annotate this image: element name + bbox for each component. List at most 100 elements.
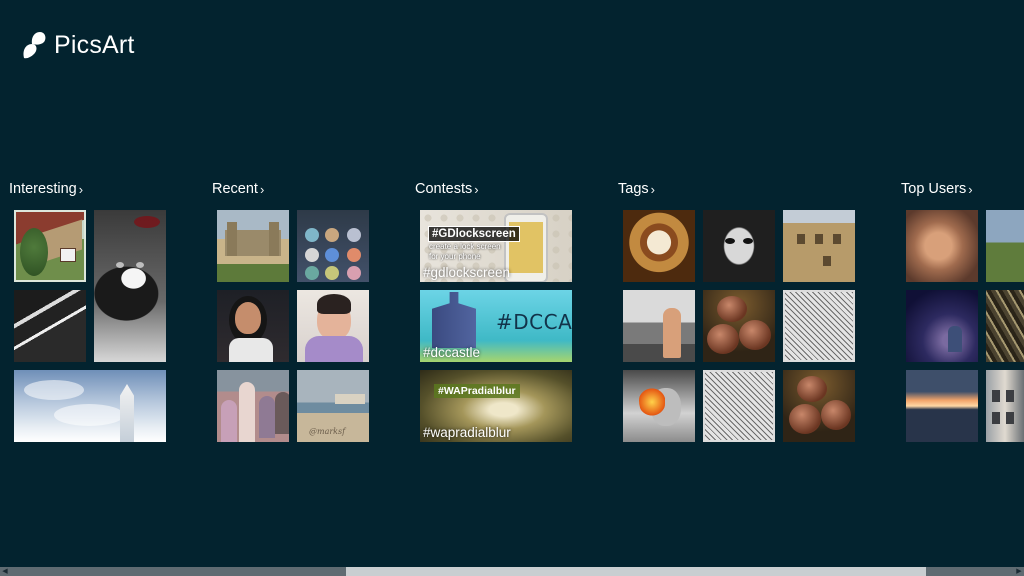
photo-detail [269,222,279,256]
recent-photo-beach[interactable]: @marksf [297,370,369,442]
tag-photo-boy[interactable] [623,290,695,362]
photo-detail [1006,390,1014,402]
section-label: Tags [618,181,649,197]
interesting-photo-sky[interactable] [14,370,166,442]
photo-detail [24,380,84,400]
top-user-photo-night[interactable] [906,290,978,362]
chevron-right-icon: › [78,181,84,197]
photo-detail [823,256,831,266]
photo-detail [120,384,134,442]
app-title: PicsArt [54,30,135,59]
photo-detail [347,228,361,242]
horizontal-scrollbar[interactable]: ◀ ▶ [0,567,1024,576]
photo-detail [725,238,735,244]
chevron-right-icon: › [474,181,479,197]
photo-detail [347,248,361,262]
top-user-photo-monkey[interactable] [906,210,978,282]
app-brand: PicsArt [20,30,135,60]
contest-tag-overlay: #WAPradialblur [434,384,520,398]
recent-photo-boy[interactable] [297,290,369,362]
chevron-right-icon: › [650,181,655,197]
recent-photo-girl[interactable] [217,290,289,362]
contest-tag-overlay: #GDlockscreen [428,226,520,242]
contest-banner-gdlockscreen[interactable]: #GDlockscreen create a lock screen for yo… [420,210,572,282]
photo-detail [743,238,753,244]
photo-detail [136,262,144,268]
contest-hashtag: #dccastle [423,345,481,360]
photo-detail [259,396,275,438]
tag-photo-painted-face[interactable] [623,370,695,442]
photo-detail [815,234,823,244]
section-header-top-users[interactable]: Top Users › [901,181,973,197]
top-user-photo-sunset[interactable] [906,370,978,442]
photo-detail [833,234,841,244]
photo-detail [992,412,1000,424]
photo-detail [739,320,771,350]
contest-hashtag: #gdlockscreen [423,265,511,280]
tag-photo-face[interactable] [703,210,775,282]
photo-detail [639,384,665,420]
tag-photo-cup[interactable] [623,210,695,282]
contest-tag-overlay: #DCCASTLE [496,310,572,334]
photo-detail [235,302,261,334]
scroll-right-arrow-icon[interactable]: ▶ [1014,567,1024,576]
contest-banner-dccastle[interactable]: #DCCASTLE #dccastle [420,290,572,362]
tag-photo-building[interactable] [783,210,855,282]
photo-detail [717,296,747,322]
contest-hashtag: #wapradialblur [423,425,511,440]
section-header-interesting[interactable]: Interesting › [9,181,83,197]
interesting-photo-hand[interactable] [14,290,86,362]
tag-photo-sketch[interactable] [783,290,855,362]
contest-subtitle-line: create a lock screen [429,242,501,251]
photo-detail [229,338,273,362]
tag-photo-pots-2[interactable] [783,370,855,442]
section-label: Top Users [901,181,967,197]
contest-banner-wapradialblur[interactable]: #WAPradialblur #wapradialblur [420,370,572,442]
photo-detail [325,266,339,280]
photo-signature: @marksf [309,427,346,436]
photo-detail [116,262,124,268]
contest-subtitle: create a lock screen for your phone [429,242,519,262]
section-label: Interesting [9,181,77,197]
photo-detail [221,400,237,442]
tag-photo-sketch-2[interactable] [703,370,775,442]
photo-detail [239,382,255,442]
photo-detail [347,266,361,280]
interesting-photo-house[interactable] [14,210,86,282]
recent-photo-icons[interactable] [297,210,369,282]
photo-detail [797,234,805,244]
recent-photo-crowd[interactable] [217,370,289,442]
photo-detail [317,294,351,314]
recent-photo-castle[interactable] [217,210,289,282]
top-user-photo-field[interactable] [986,210,1024,282]
photo-detail [60,248,76,262]
photo-detail [325,228,339,242]
scroll-left-arrow-icon[interactable]: ◀ [0,567,10,576]
section-header-contests[interactable]: Contests › [415,181,479,197]
section-header-recent[interactable]: Recent › [212,181,264,197]
photo-detail [134,216,160,228]
tag-photo-pots[interactable] [703,290,775,362]
photo-detail [20,228,48,276]
top-user-photo-architecture[interactable] [986,370,1024,442]
picsart-logo-icon [23,32,46,59]
photo-detail [707,324,739,354]
contest-subtitle-line: for your phone [429,252,481,261]
photo-detail [54,404,124,426]
photo-detail [663,308,681,358]
photo-detail [305,336,363,362]
photo-detail [797,376,827,402]
interesting-photo-cat[interactable] [94,210,166,362]
section-header-tags[interactable]: Tags › [618,181,655,197]
photo-detail [305,248,319,262]
photo-detail [821,400,851,430]
photo-detail [1006,412,1014,424]
photo-detail [305,266,319,280]
scrollbar-thumb[interactable] [346,567,926,576]
top-user-photo-branches[interactable] [986,290,1024,362]
photo-detail [227,222,237,256]
photo-detail [305,228,319,242]
photo-detail [432,292,476,348]
chevron-right-icon: › [259,181,265,197]
photo-detail [325,248,339,262]
